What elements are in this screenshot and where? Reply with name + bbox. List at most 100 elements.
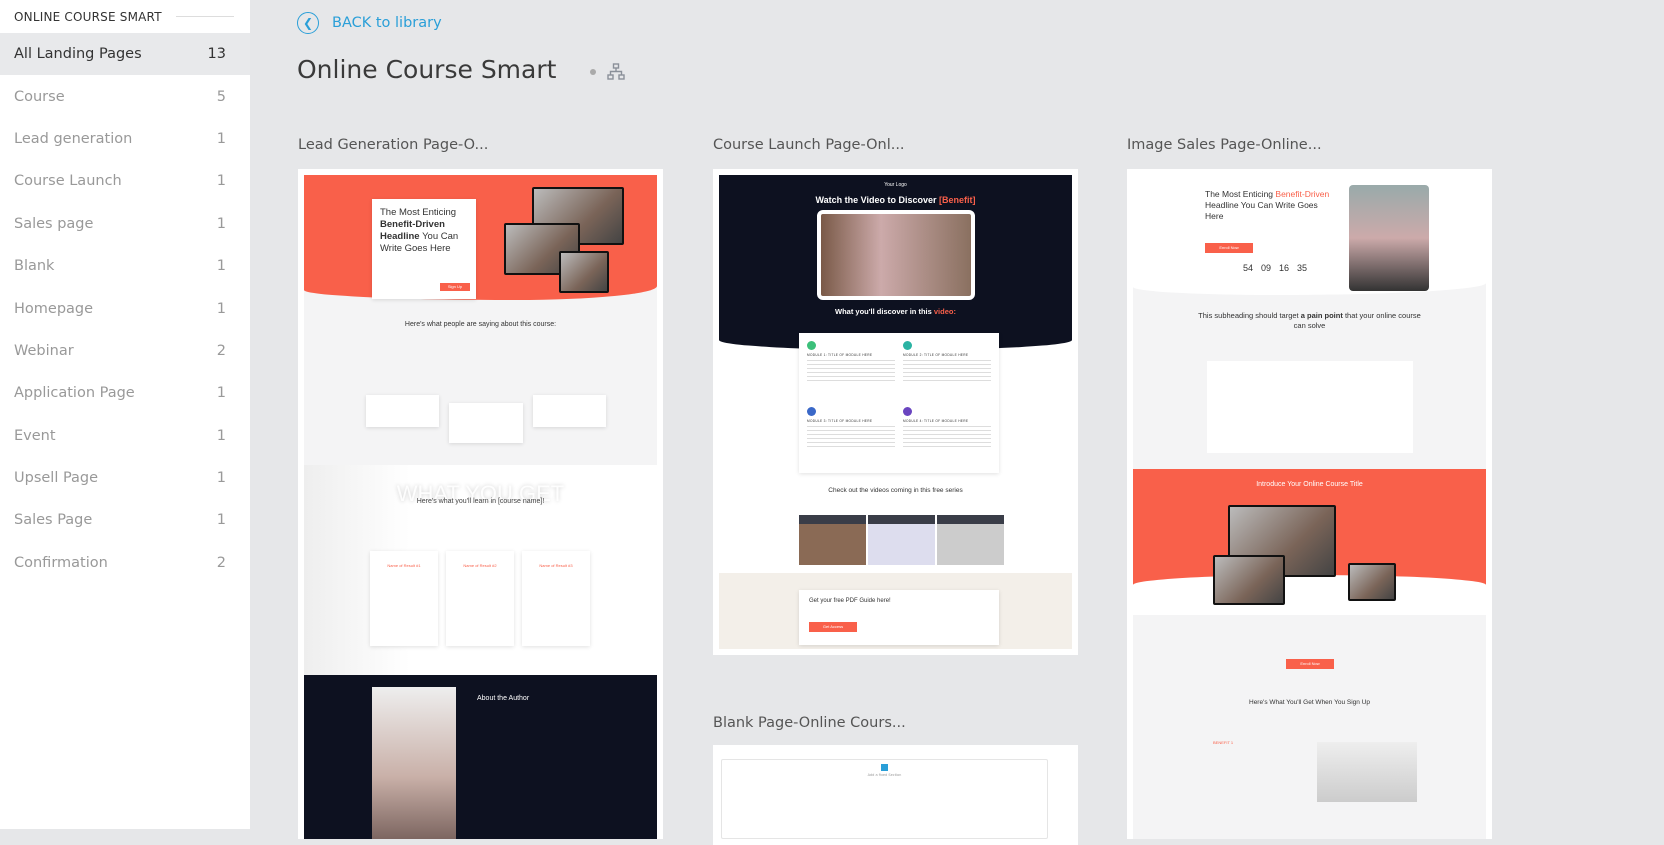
template-title[interactable]: Blank Page-Online Cours... [713,715,906,731]
sidebar-item-blank[interactable]: Blank 1 [0,245,250,287]
template-thumbnail-lead-generation[interactable]: The Most Enticing Benefit-Driven Headline… [298,169,663,839]
back-label: BACK to library [332,15,442,31]
device-image [559,251,609,293]
template-title[interactable]: Image Sales Page-Online... [1127,137,1322,153]
preview-headline: Watch the Video to Discover [815,195,937,205]
template-title[interactable]: Course Launch Page-Onl... [713,137,905,153]
separator-dot [590,69,596,75]
sitemap-icon[interactable] [607,63,625,81]
sidebar-item-label: Homepage [14,300,94,317]
preview-headline-end: Headline You Can Write Goes Here [1205,200,1318,221]
sidebar-item-count: 1 [216,427,226,444]
sidebar-item-count: 1 [216,300,226,317]
sidebar-item-count: 1 [216,470,226,487]
sidebar-item-count: 1 [216,385,226,402]
countdown-value: 35 [1297,263,1308,273]
category-list: All Landing Pages 13 Course 5 Lead generatio… [0,33,250,584]
sidebar-item-course[interactable]: Course 5 [0,75,250,117]
back-to-library-link[interactable]: ❮ BACK to library [297,12,442,34]
result-title: Name of Result #1 [387,563,421,568]
module-item: MODULE 4: TITLE OF MODULE HERE [903,407,991,465]
result-title: Name of Result #3 [539,563,573,568]
hero-photo [1349,185,1429,291]
preview-get-heading: Here's What You'll Get When You Sign Up [1249,699,1370,706]
sidebar-item-label: Blank [14,258,55,275]
preview-pain-heading: This subheading should target [1198,311,1299,320]
sidebar-item-sales-page[interactable]: Sales Page 1 [0,499,250,541]
module-title: MODULE 1: TITLE OF MODULE HERE [807,353,873,357]
preview-author-heading: About the Author [477,695,530,702]
preview-pain-bold: a pain point [1300,311,1343,320]
sidebar-item-sales-page[interactable]: Sales page 1 [0,203,250,245]
template-thumbnail-course-launch[interactable]: Your Logo Watch the Video to Discover [B… [713,169,1078,655]
main-content: ❮ BACK to library Online Course Smart Le… [250,0,1664,845]
template-thumbnail-blank[interactable]: Add a fixed Section [713,745,1078,845]
sidebar-item-webinar[interactable]: Webinar 2 [0,330,250,372]
sidebar-item-label: All Landing Pages [14,46,142,63]
module-number-icon [903,341,912,350]
sidebar-title: ONLINE COURSE SMART [14,9,162,24]
module-item: MODULE 2: TITLE OF MODULE HERE [903,341,991,399]
device-image [1213,555,1285,605]
sidebar-item-course-launch[interactable]: Course Launch 1 [0,160,250,202]
benefit-image [1317,742,1417,802]
sidebar-item-all-landing-pages[interactable]: All Landing Pages 13 [0,33,250,76]
sidebar-item-count: 1 [216,173,226,190]
sidebar-item-confirmation[interactable]: Confirmation 2 [0,542,250,584]
result-card: Name of Result #2 [446,551,514,646]
preview-headline: The Most Enticing [1205,189,1274,199]
preview-discover-accent: video: [933,307,956,316]
sidebar-item-label: Lead generation [14,130,133,147]
module-item: MODULE 3: TITLE OF MODULE HERE [807,407,895,465]
result-card: Name of Result #3 [522,551,590,646]
module-number-icon [807,341,816,350]
preview-series-heading: Check out the videos coming in this free… [828,487,963,494]
sidebar-item-label: Application Page [14,385,135,402]
template-thumbnail-image-sales[interactable]: The Most Enticing Benefit-Driven Headlin… [1127,169,1492,839]
sidebar-item-count: 2 [216,342,226,359]
template-title[interactable]: Lead Generation Page-O... [298,137,488,153]
sidebar-item-label: Upsell Page [14,470,99,487]
divider [175,16,234,17]
sidebar-item-label: Course [14,88,65,105]
module-title: MODULE 3: TITLE OF MODULE HERE [807,419,873,423]
module-title: MODULE 2: TITLE OF MODULE HERE [903,353,969,357]
module-item: MODULE 1: TITLE OF MODULE HERE [807,341,895,399]
page-title: Online Course Smart [297,55,557,84]
preview-signup-button: Sign Up [440,283,470,291]
back-circle-icon: ❮ [297,12,319,34]
sidebar-item-event[interactable]: Event 1 [0,415,250,457]
module-number-icon [807,407,816,416]
preview-intro-heading: Introduce Your Online Course Title [1256,481,1363,488]
preview-pdf-heading: Get your free PDF Guide here! [809,598,891,604]
sidebar-item-upsell-page[interactable]: Upsell Page 1 [0,457,250,499]
sidebar-header: ONLINE COURSE SMART [0,0,250,33]
sidebar-item-lead-generation[interactable]: Lead generation 1 [0,118,250,160]
add-section-icon [881,764,888,771]
sidebar-item-label: Event [14,427,56,444]
sidebar-item-count: 13 [207,46,226,63]
module-title: MODULE 4: TITLE OF MODULE HERE [903,419,969,423]
preview-testimonials-heading: Here's what people are saying about this… [404,321,557,328]
preview-discover: What you'll discover in this [835,307,932,316]
sidebar-item-application-page[interactable]: Application Page 1 [0,372,250,414]
sidebar-item-count: 1 [216,512,226,529]
sidebar-item-label: Sales Page [14,512,93,529]
video-player [817,210,975,300]
sidebar-item-count: 1 [216,258,226,275]
preview-enroll-button-2: Enroll Now [1286,659,1334,669]
sidebar: ONLINE COURSE SMART All Landing Pages 13 C… [0,0,250,829]
device-image [1348,563,1396,601]
module-number-icon [903,407,912,416]
countdown-value: 16 [1279,263,1290,273]
countdown: 54 09 16 35 [1243,263,1307,273]
preview-benefit-label: BENEFIT 1 [1213,740,1234,745]
sidebar-item-label: Confirmation [14,554,108,571]
sidebar-item-homepage[interactable]: Homepage 1 [0,287,250,329]
sidebar-item-count: 5 [216,88,226,105]
preview-add-section: Add a fixed Section [867,773,902,777]
preview-learn-heading: Here's what you'll learn in [course name… [416,498,545,505]
sidebar-item-label: Course Launch [14,173,122,190]
author-photo [372,687,456,839]
sidebar-item-count: 1 [216,130,226,147]
